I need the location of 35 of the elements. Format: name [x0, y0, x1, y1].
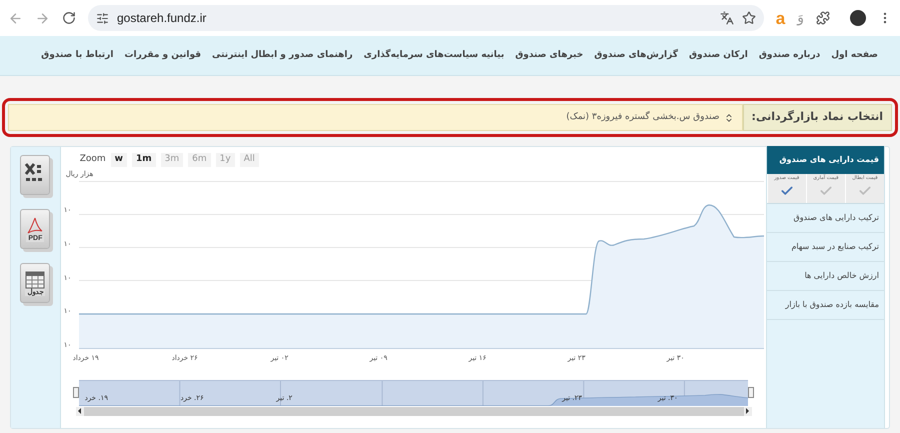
selector-label: انتخاب نماد بازارگردانی:: [742, 104, 892, 131]
nav-link[interactable]: ارتباط با صندوق: [41, 48, 114, 62]
extensions-icon[interactable]: [816, 11, 830, 25]
site-settings-icon[interactable]: [96, 12, 109, 24]
bookmark-star-icon[interactable]: [742, 11, 756, 25]
acrobat-icon: [27, 216, 44, 234]
excel-export-button[interactable]: [20, 155, 50, 195]
translate-icon[interactable]: [720, 11, 734, 25]
nav-link[interactable]: گزارش‌های صندوق: [594, 48, 678, 62]
scroll-left-icon[interactable]: [76, 406, 84, 416]
zoom-range-button[interactable]: 1m: [132, 153, 156, 167]
table-icon: [25, 270, 46, 288]
nav-link[interactable]: صفحه اول: [831, 48, 878, 62]
url-text: gostareh.fundz.ir: [117, 10, 208, 27]
profile-avatar[interactable]: [850, 10, 866, 26]
zoom-range-button[interactable]: w: [110, 153, 127, 167]
sidebar-item[interactable]: ترکیب دارایی های صندوق: [766, 204, 884, 233]
select-value: صندوق س.بخشی گستره فیروزه۳ (نمک): [566, 110, 720, 124]
nav-link[interactable]: قوانین و مقررات: [124, 48, 202, 62]
sidebar-header[interactable]: قیمت دارایی های صندوق: [766, 146, 884, 174]
nav-link[interactable]: ارکان صندوق: [688, 48, 748, 62]
nav-link[interactable]: بیانیه سیاست‌های سرمایه‌گذاری: [364, 48, 504, 62]
reload-icon[interactable]: [62, 11, 76, 25]
navigator-scrollbar[interactable]: [84, 406, 744, 416]
zoom-label: Zoom: [80, 153, 106, 166]
fund-select[interactable]: صندوق س.بخشی گستره فیروزه۳ (نمک): [8, 104, 743, 131]
address-bar[interactable]: gostareh.fundz.ir: [88, 5, 764, 31]
navigator-handle[interactable]: [72, 387, 79, 398]
nav-link[interactable]: خبرهای صندوق: [515, 48, 584, 62]
sidebar-item[interactable]: ترکیب صنایع در سبد سهام: [766, 233, 884, 262]
nav-link[interactable]: راهنمای صدور و ابطال اینترنتی: [212, 48, 353, 62]
sidebar-item[interactable]: ارزش خالص دارایی ها: [766, 262, 884, 291]
sidebar-item[interactable]: مقایسه بازده صندوق با بازار: [766, 291, 884, 320]
select-arrows-icon: [724, 112, 734, 122]
nav-link[interactable]: درباره صندوق: [758, 48, 820, 62]
